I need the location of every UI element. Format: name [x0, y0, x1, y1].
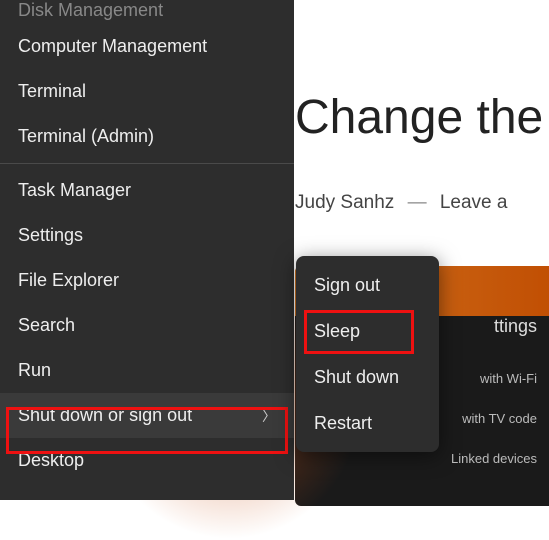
menu-item-terminal-admin[interactable]: Terminal (Admin): [0, 114, 294, 159]
menu-item-label: Task Manager: [18, 180, 131, 201]
menu-item-desktop[interactable]: Desktop: [0, 438, 294, 483]
comments-link[interactable]: Leave a: [440, 192, 508, 213]
byline: Judy Sanhz — Leave a: [295, 192, 507, 214]
panel-item: Linked devices: [451, 451, 537, 466]
submenu-item-sign-out[interactable]: Sign out: [296, 262, 439, 308]
byline-separator: —: [408, 192, 427, 213]
menu-item-label: Terminal: [18, 81, 86, 102]
power-submenu[interactable]: Sign out Sleep Shut down Restart: [296, 256, 439, 452]
page-title: Change the: [295, 90, 543, 145]
submenu-item-shut-down[interactable]: Shut down: [296, 354, 439, 400]
menu-item-search[interactable]: Search: [0, 303, 294, 348]
menu-item-label: Run: [18, 360, 51, 381]
menu-item-label: Computer Management: [18, 36, 207, 57]
submenu-item-sleep[interactable]: Sleep: [296, 308, 439, 354]
menu-item-settings[interactable]: Settings: [0, 213, 294, 258]
submenu-item-label: Restart: [314, 413, 372, 434]
winx-context-menu[interactable]: Disk Management Computer Management Term…: [0, 0, 294, 500]
menu-item-terminal[interactable]: Terminal: [0, 69, 294, 114]
chevron-right-icon: 〉: [262, 406, 276, 426]
menu-item-file-explorer[interactable]: File Explorer: [0, 258, 294, 303]
panel-item: with TV code: [462, 411, 537, 426]
menu-separator: [0, 163, 294, 164]
menu-item-run[interactable]: Run: [0, 348, 294, 393]
menu-item-task-manager[interactable]: Task Manager: [0, 168, 294, 213]
menu-item-label: Settings: [18, 225, 83, 246]
panel-header: ttings: [494, 316, 537, 337]
submenu-item-label: Sign out: [314, 275, 380, 296]
panel-item: with Wi-Fi: [480, 371, 537, 386]
menu-item-label: Disk Management: [18, 0, 163, 21]
menu-item-disk-management[interactable]: Disk Management: [0, 0, 294, 24]
submenu-item-restart[interactable]: Restart: [296, 400, 439, 446]
menu-item-label: File Explorer: [18, 270, 119, 291]
menu-item-label: Terminal (Admin): [18, 126, 154, 147]
author-name: Judy Sanhz: [295, 192, 394, 213]
menu-item-label: Search: [18, 315, 75, 336]
menu-item-computer-management[interactable]: Computer Management: [0, 24, 294, 69]
menu-item-shut-down-or-sign-out[interactable]: Shut down or sign out 〉: [0, 393, 294, 438]
submenu-item-label: Shut down: [314, 367, 399, 388]
submenu-item-label: Sleep: [314, 321, 360, 342]
menu-item-label: Desktop: [18, 450, 84, 471]
menu-item-label: Shut down or sign out: [18, 405, 192, 426]
